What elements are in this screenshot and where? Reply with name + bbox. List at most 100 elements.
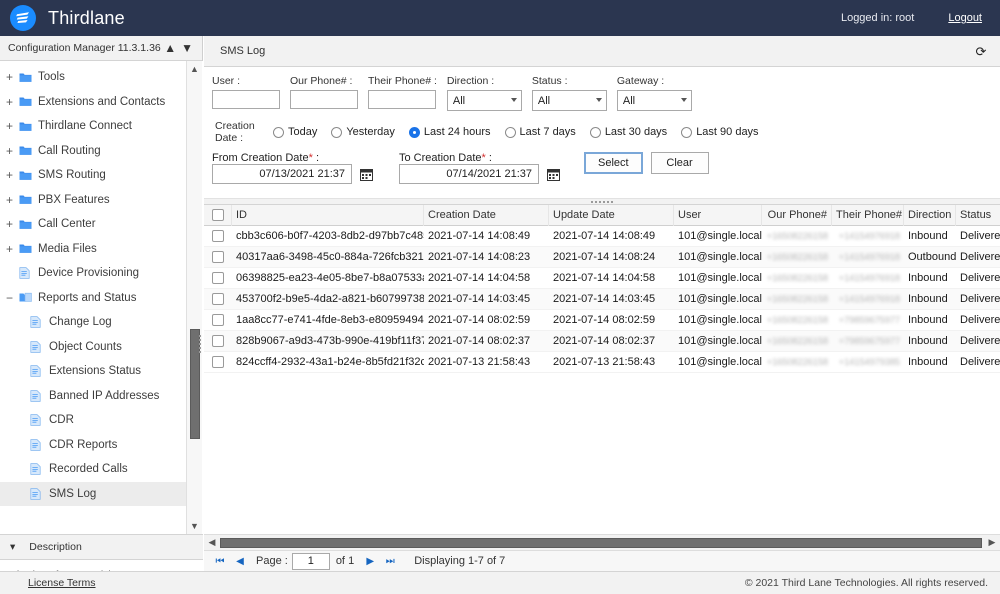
our-phone-input[interactable]: [290, 90, 358, 109]
column-header-our-phone[interactable]: Our Phone#: [762, 204, 832, 226]
date-preset-last-90-days[interactable]: Last 90 days: [681, 126, 759, 138]
column-header-user[interactable]: User: [674, 204, 762, 226]
expand-icon[interactable]: +: [6, 119, 19, 133]
radio-button[interactable]: [589, 126, 601, 138]
to-date-input[interactable]: [399, 164, 539, 184]
row-checkbox[interactable]: [212, 335, 224, 347]
select-all-checkbox[interactable]: [211, 209, 224, 221]
scroll-left-icon[interactable]: ◀: [204, 535, 220, 551]
prev-page-icon[interactable]: ◀: [230, 552, 250, 570]
table-row[interactable]: cbb3c606-b0f7-4203-8db2-d97bb7c48580 2021…: [204, 226, 1000, 247]
expand-icon[interactable]: +: [6, 70, 19, 84]
clear-button[interactable]: Clear: [650, 152, 709, 174]
sidebar-item-recorded-calls[interactable]: Recorded Calls: [0, 457, 187, 482]
row-checkbox-cell[interactable]: [204, 356, 232, 368]
row-checkbox-cell[interactable]: [204, 272, 232, 284]
column-header-creation-date[interactable]: Creation Date: [424, 204, 549, 226]
from-date-input[interactable]: [212, 164, 352, 184]
next-page-icon[interactable]: ▶: [360, 552, 380, 570]
sidebar-vertical-scrollbar[interactable]: ▲ ▼: [186, 61, 202, 534]
sidebar-item-pbx-features[interactable]: + PBX Features: [0, 188, 187, 213]
last-page-icon[interactable]: ⏭: [380, 552, 400, 570]
sidebar-item-change-log[interactable]: Change Log: [0, 310, 187, 335]
sidebar-item-banned-ip-addresses[interactable]: Banned IP Addresses: [0, 384, 187, 409]
sidebar-item-reports-and-status[interactable]: − Reports and Status: [0, 286, 187, 311]
sidebar-item-cdr-reports[interactable]: CDR Reports: [0, 433, 187, 458]
sidebar-item-call-routing[interactable]: + Call Routing: [0, 139, 187, 164]
radio-button[interactable]: [331, 126, 343, 138]
calendar-icon[interactable]: [357, 165, 375, 183]
table-row[interactable]: 824ccff4-2932-43a1-b24e-8b5fd21f32cc 2021…: [204, 352, 1000, 373]
row-checkbox-cell[interactable]: [204, 335, 232, 347]
refresh-icon[interactable]: ⟳: [972, 43, 990, 61]
row-checkbox-cell[interactable]: [204, 293, 232, 305]
row-checkbox[interactable]: [212, 251, 224, 263]
date-preset-last-30-days[interactable]: Last 30 days: [589, 126, 667, 138]
page-input[interactable]: [291, 552, 330, 570]
radio-button[interactable]: [504, 126, 516, 138]
column-header-status[interactable]: Status: [956, 205, 1000, 226]
sidebar-item-call-center[interactable]: + Call Center: [0, 212, 187, 237]
expand-icon[interactable]: +: [6, 217, 19, 231]
scroll-up-icon[interactable]: ▲: [187, 61, 202, 77]
table-row[interactable]: 828b9067-a9d3-473b-990e-419bf11f3754 2021…: [204, 331, 1000, 352]
grid-horizontal-scrollbar[interactable]: ◀ ▶: [204, 534, 1000, 550]
column-header-their-phone[interactable]: Their Phone#: [832, 204, 904, 226]
expand-icon[interactable]: +: [6, 193, 19, 207]
row-checkbox[interactable]: [212, 356, 224, 368]
their-phone-input[interactable]: [368, 90, 436, 109]
sidebar-item-object-counts[interactable]: Object Counts: [0, 335, 187, 360]
sidebar-item-tools[interactable]: + Tools: [0, 65, 187, 90]
expand-icon[interactable]: +: [6, 168, 19, 182]
column-header-direction[interactable]: Direction: [904, 204, 956, 226]
logout-link[interactable]: Logout: [948, 12, 982, 24]
column-header-id[interactable]: ID: [232, 204, 424, 226]
row-checkbox[interactable]: [212, 314, 224, 326]
radio-button[interactable]: [408, 126, 420, 138]
row-checkbox-cell[interactable]: [204, 251, 232, 263]
row-checkbox-cell[interactable]: [204, 230, 232, 242]
status-select[interactable]: AllDeliveredFailed: [531, 90, 607, 111]
sidebar-item-sms-routing[interactable]: + SMS Routing: [0, 163, 187, 188]
table-row[interactable]: 1aa8cc77-e741-4fde-8eb3-e80959494adb 2021…: [204, 310, 1000, 331]
expand-icon[interactable]: +: [6, 144, 19, 158]
chevrons-down-icon[interactable]: ▼: [179, 42, 196, 54]
grid-hscroll-thumb[interactable]: [220, 537, 982, 548]
date-preset-last-7-days[interactable]: Last 7 days: [504, 126, 576, 138]
radio-button[interactable]: [681, 126, 693, 138]
scroll-down-icon[interactable]: ▼: [187, 518, 202, 534]
sidebar-item-device-provisioning[interactable]: Device Provisioning: [0, 261, 187, 286]
expand-icon[interactable]: +: [6, 242, 19, 256]
date-preset-yesterday[interactable]: Yesterday: [331, 126, 395, 138]
row-checkbox[interactable]: [212, 230, 224, 242]
date-preset-last-24-hours[interactable]: Last 24 hours: [408, 126, 491, 138]
row-checkbox[interactable]: [212, 272, 224, 284]
collapse-icon[interactable]: −: [6, 291, 19, 305]
direction-select[interactable]: AllInboundOutbound: [446, 90, 522, 111]
user-input[interactable]: [212, 90, 280, 109]
tab-sms-log[interactable]: SMS Log: [220, 45, 265, 57]
sidebar-item-media-files[interactable]: + Media Files: [0, 237, 187, 262]
sidebar-item-cdr[interactable]: CDR: [0, 408, 187, 433]
expand-icon[interactable]: +: [6, 95, 19, 109]
table-row[interactable]: 06398825-ea23-4e05-8be7-b8a07533a67c 2021…: [204, 268, 1000, 289]
table-row[interactable]: 40317aa6-3498-45c0-884a-726fcb3216dc 2021…: [204, 247, 1000, 268]
license-terms-link[interactable]: License Terms: [28, 577, 96, 589]
sidebar-item-extensions-status[interactable]: Extensions Status: [0, 359, 187, 384]
row-checkbox-cell[interactable]: [204, 314, 232, 326]
gateway-select[interactable]: Alltelnyx_alex: [616, 90, 692, 111]
date-preset-today[interactable]: Today: [273, 126, 317, 138]
sidebar-item-sms-log[interactable]: SMS Log: [0, 481, 187, 506]
row-checkbox[interactable]: [212, 293, 224, 305]
chevrons-up-icon[interactable]: ▲: [162, 42, 179, 54]
description-panel-header[interactable]: ▾ Description: [0, 534, 203, 560]
column-header-update-date[interactable]: Update Date: [549, 204, 674, 226]
calendar-icon[interactable]: [544, 165, 562, 183]
select-all-checkbox-cell[interactable]: [204, 204, 232, 226]
sidebar-splitter-handle[interactable]: [196, 324, 203, 364]
table-row[interactable]: 453700f2-b9e5-4da2-a821-b60799738ed9 2021…: [204, 289, 1000, 310]
first-page-icon[interactable]: ⏮: [210, 552, 230, 570]
scroll-right-icon[interactable]: ▶: [984, 535, 1000, 551]
select-button[interactable]: Select: [584, 152, 643, 174]
sidebar-item-extensions-and-contacts[interactable]: + Extensions and Contacts: [0, 90, 187, 115]
